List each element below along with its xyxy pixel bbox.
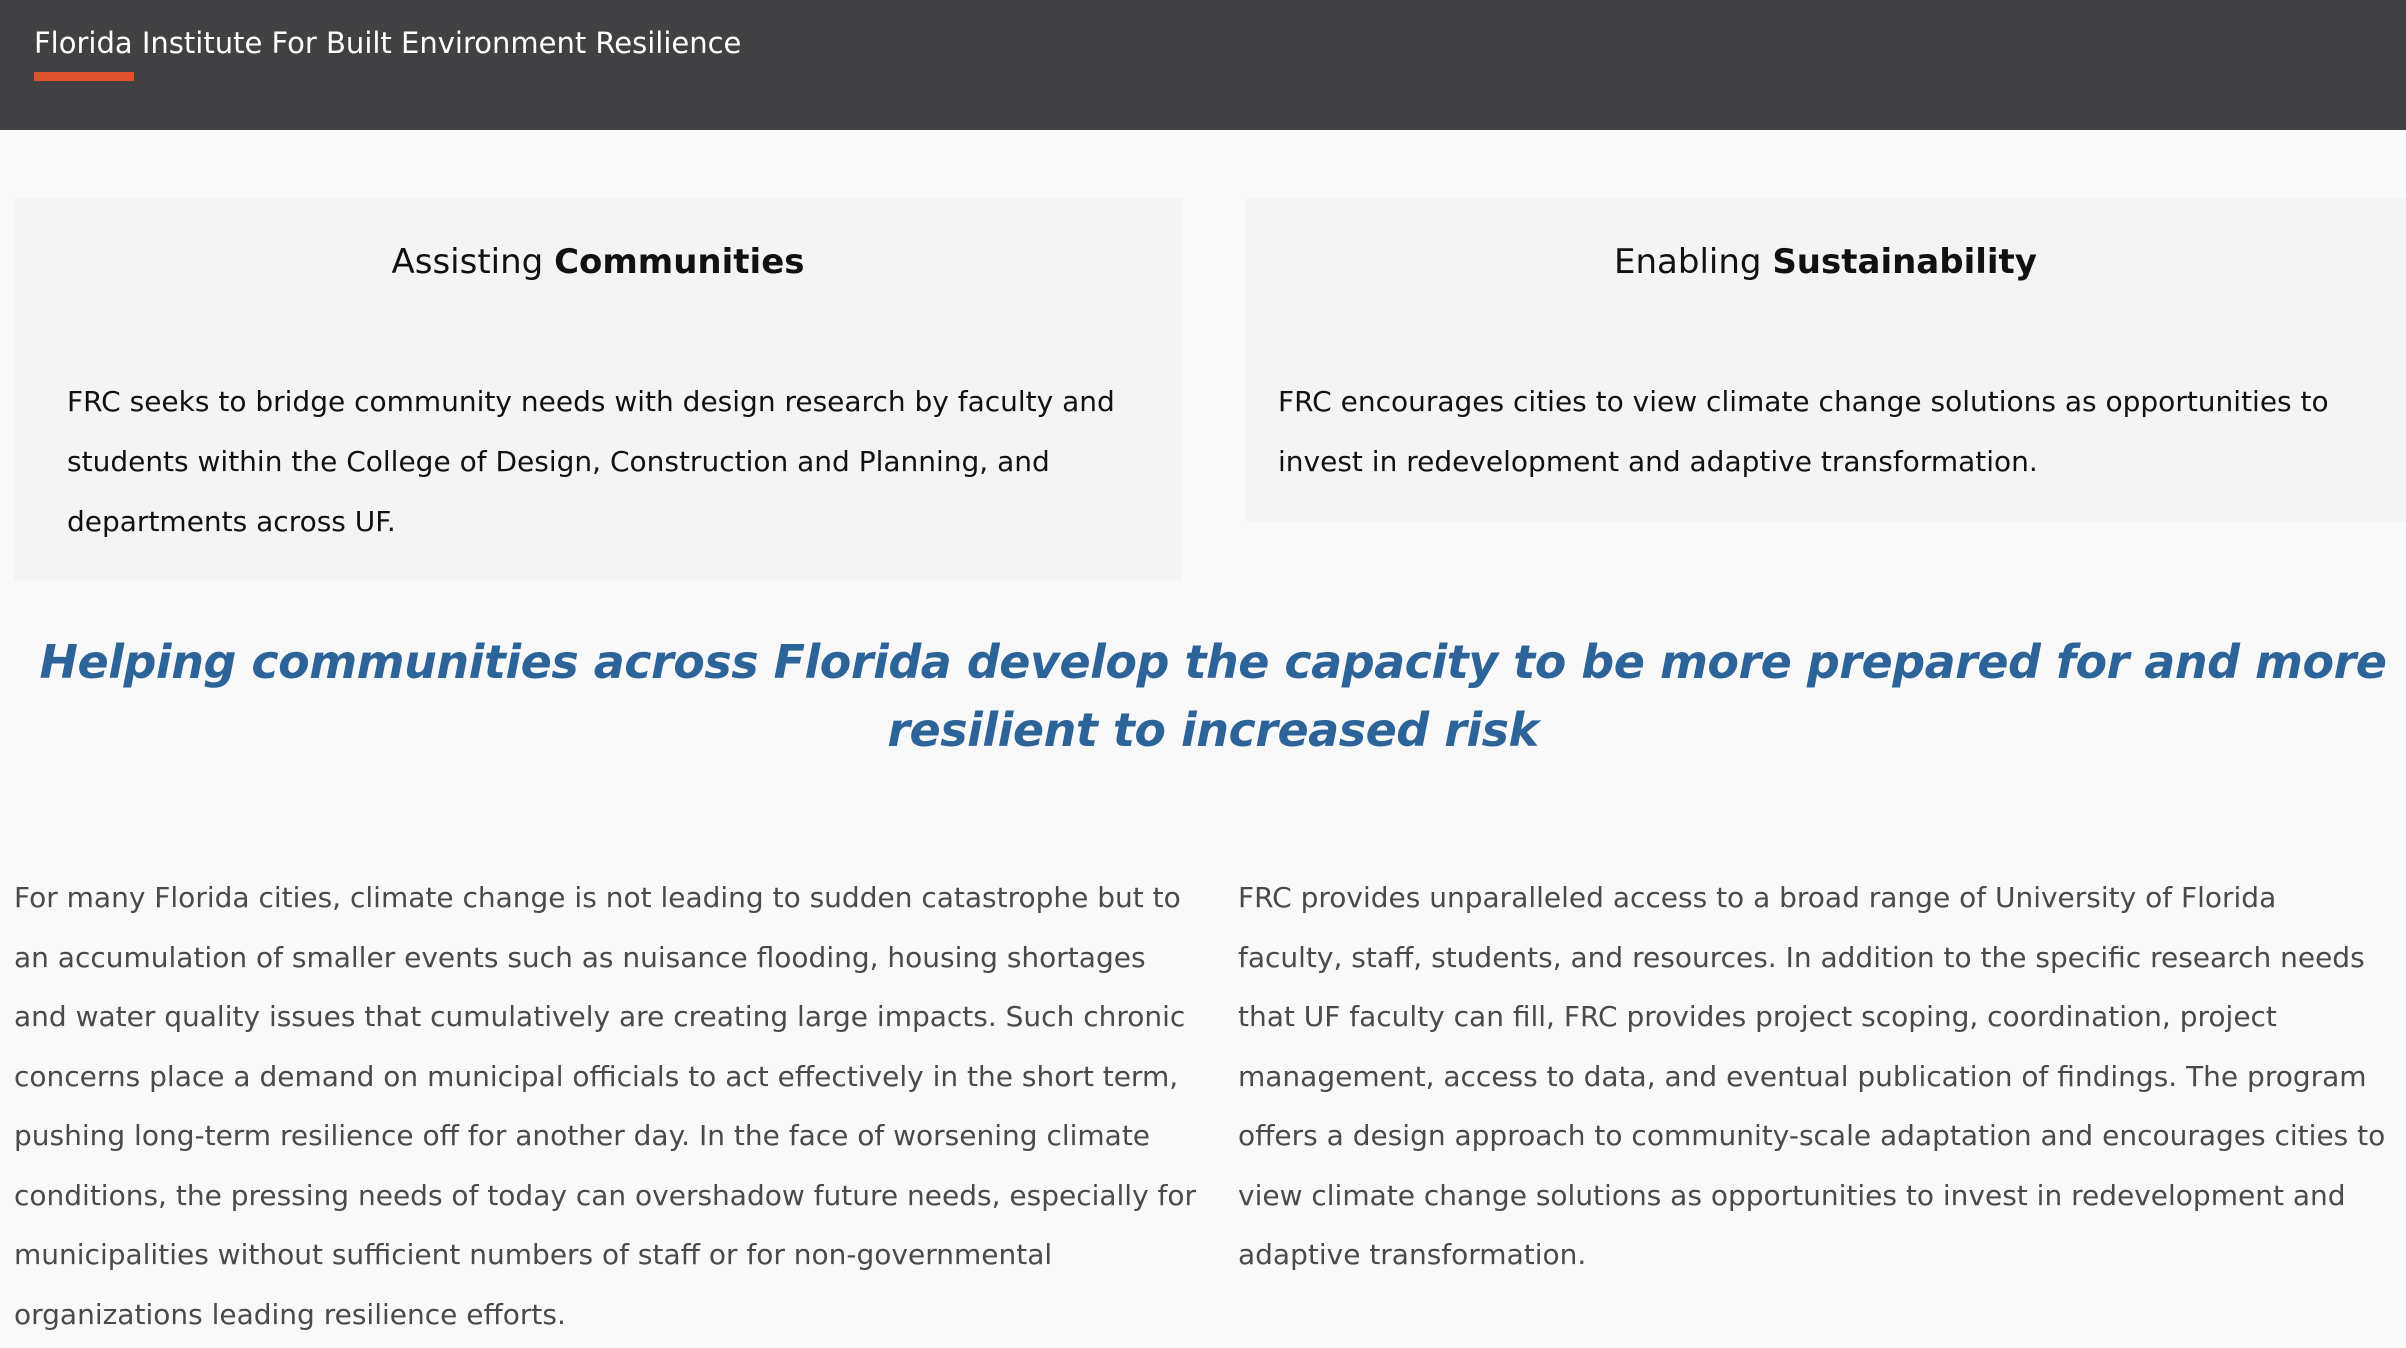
card-title-emphasis: Communities xyxy=(554,242,805,282)
site-title-link[interactable]: Florida Institute For Built Environment … xyxy=(34,26,741,60)
title-accent-underline xyxy=(34,72,134,81)
intro-paragraph-left: For many Florida cities, climate change … xyxy=(14,881,1197,1331)
intro-paragraph-right: FRC provides unparalleled access to a br… xyxy=(1238,881,2386,1271)
card-title: Enabling Sustainability xyxy=(1245,242,2406,282)
card-enabling-sustainability: Enabling Sustainability FRC encourages c… xyxy=(1245,198,2406,522)
card-title-prefix: Enabling xyxy=(1614,242,1762,282)
card-title-emphasis: Sustainability xyxy=(1772,242,2037,282)
card-body: FRC encourages cities to view climate ch… xyxy=(1278,385,2329,478)
site-header: Florida Institute For Built Environment … xyxy=(0,0,2406,130)
card-title: Assisting Communities xyxy=(14,242,1182,282)
mission-tagline: Helping communities across Florida devel… xyxy=(39,635,2387,757)
card-title-prefix: Assisting xyxy=(391,242,544,282)
card-body: FRC seeks to bridge community needs with… xyxy=(67,385,1115,538)
card-assisting-communities: Assisting Communities FRC seeks to bridg… xyxy=(14,198,1182,580)
